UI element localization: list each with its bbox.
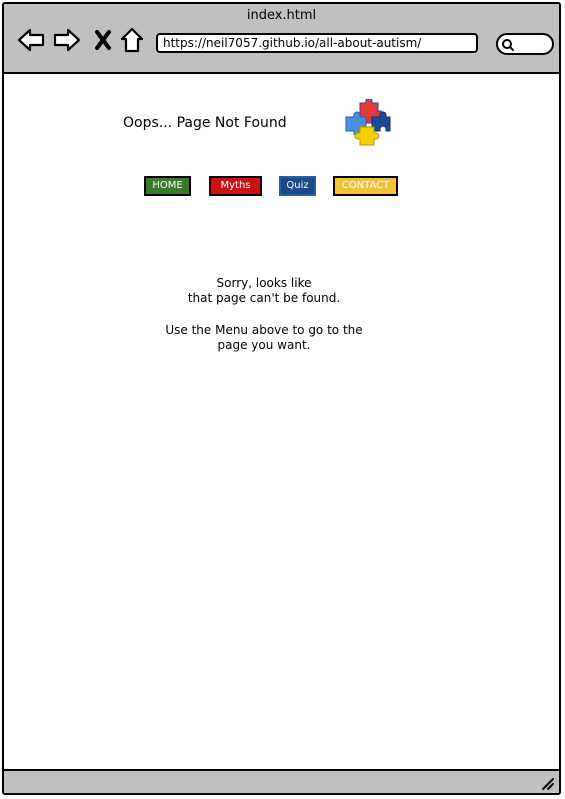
forward-arrow-icon[interactable]	[52, 26, 82, 54]
message-line-1: Sorry, looks like	[216, 276, 312, 290]
message-line-4: page you want.	[217, 338, 311, 352]
search-field[interactable]	[496, 33, 554, 55]
puzzle-logo-icon	[342, 97, 392, 149]
back-arrow-icon[interactable]	[16, 26, 46, 54]
menu-contact-button[interactable]: CONTACT	[333, 176, 398, 196]
close-icon[interactable]	[88, 26, 118, 54]
message-line-2: that page can't be found.	[187, 291, 341, 305]
menu-home-button[interactable]: HOME	[144, 176, 191, 196]
status-bar	[4, 769, 559, 793]
page-content: Oops... Page Not Found HOME Myths Quiz C…	[4, 74, 559, 769]
menu-myths-button[interactable]: Myths	[209, 176, 262, 196]
address-bar[interactable]: https://neil7057.github.io/all-about-aut…	[156, 33, 478, 53]
resize-grip-icon[interactable]	[539, 775, 555, 791]
browser-window: index.html https://neil7057.github.io/al…	[2, 2, 561, 795]
window-title: index.html	[246, 8, 317, 23]
home-icon[interactable]	[117, 26, 147, 54]
message-line-3: Use the Menu above to go to the	[165, 323, 363, 337]
menu-quiz-button[interactable]: Quiz	[279, 176, 316, 196]
page-title: Oops... Page Not Found	[123, 115, 287, 131]
browser-toolbar: index.html https://neil7057.github.io/al…	[4, 4, 559, 74]
search-icon	[502, 39, 514, 51]
